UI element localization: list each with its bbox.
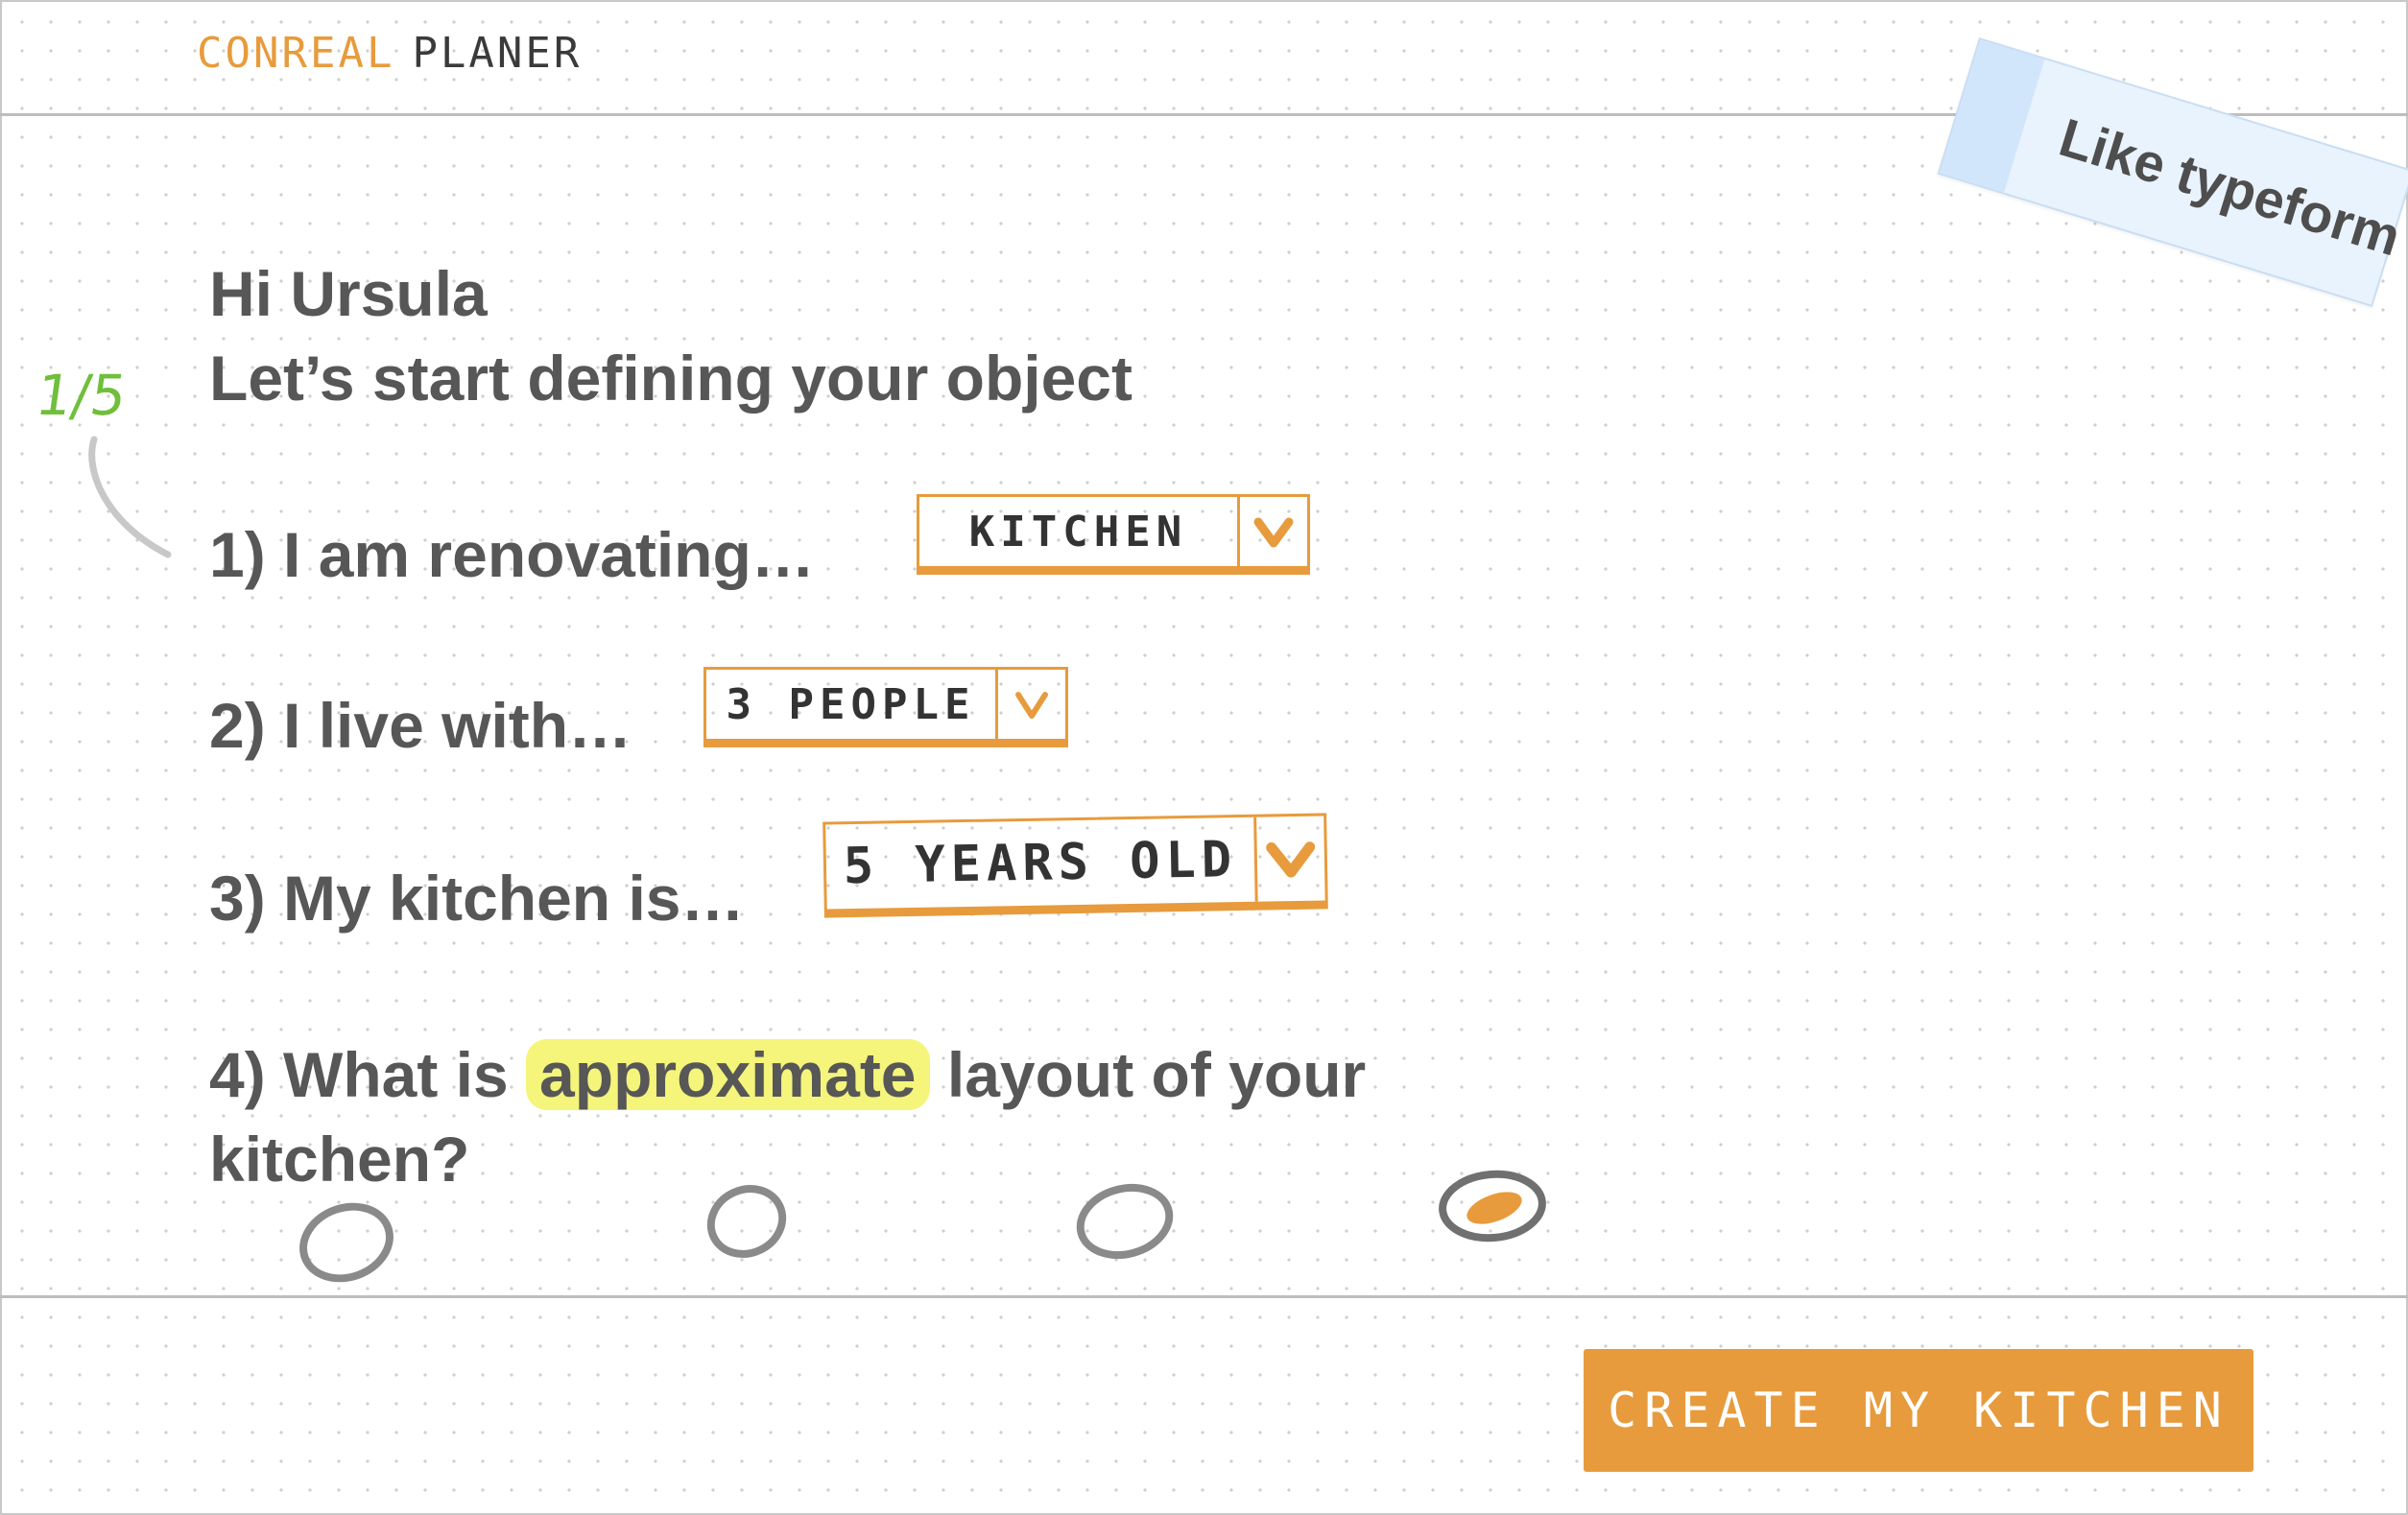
step-indicator: 1/5	[32, 363, 131, 428]
chevron-down-icon[interactable]	[995, 670, 1065, 739]
greeting-subtitle: Let’s start defining your object	[209, 343, 1132, 414]
layout-option-1-radio[interactable]	[294, 1195, 399, 1290]
kitchen-age-select-value: 5 YEARS OLD	[843, 831, 1238, 896]
question-2-label: 2) I live with…	[209, 690, 632, 761]
layout-option-3-radio[interactable]	[1071, 1178, 1179, 1265]
kitchen-age-select[interactable]: 5 YEARS OLD	[823, 813, 1328, 918]
chevron-down-icon[interactable]	[1237, 497, 1307, 566]
layout-option-2-radio[interactable]	[699, 1178, 795, 1265]
layout-option-4-radio-selected[interactable]	[1433, 1163, 1552, 1249]
question-4-label: 4) What is approximate layout of your ki…	[209, 1032, 1553, 1201]
renovating-select[interactable]: KITCHEN	[917, 494, 1310, 575]
step-pointer-icon	[88, 436, 172, 558]
question-3-label: 3) My kitchen is…	[209, 863, 745, 934]
logo-part1: CONREAL	[197, 29, 395, 78]
app-logo[interactable]: CONREAL PLANER	[197, 29, 582, 78]
highlighted-word: approximate	[526, 1039, 930, 1110]
chevron-down-icon[interactable]	[1253, 816, 1325, 902]
household-select[interactable]: 3 PEOPLE	[703, 667, 1068, 747]
question-1-label: 1) I am renovating…	[209, 519, 815, 590]
create-kitchen-button[interactable]: CREATE MY KITCHEN	[1584, 1349, 2253, 1472]
renovating-select-value: KITCHEN	[968, 507, 1188, 556]
household-select-value: 3 PEOPLE	[726, 679, 976, 729]
logo-part2: PLANER	[412, 29, 583, 78]
greeting-title: Hi Ursula	[209, 258, 488, 329]
question-4-prefix: 4) What is	[209, 1039, 509, 1110]
footer-divider	[0, 1295, 2408, 1298]
